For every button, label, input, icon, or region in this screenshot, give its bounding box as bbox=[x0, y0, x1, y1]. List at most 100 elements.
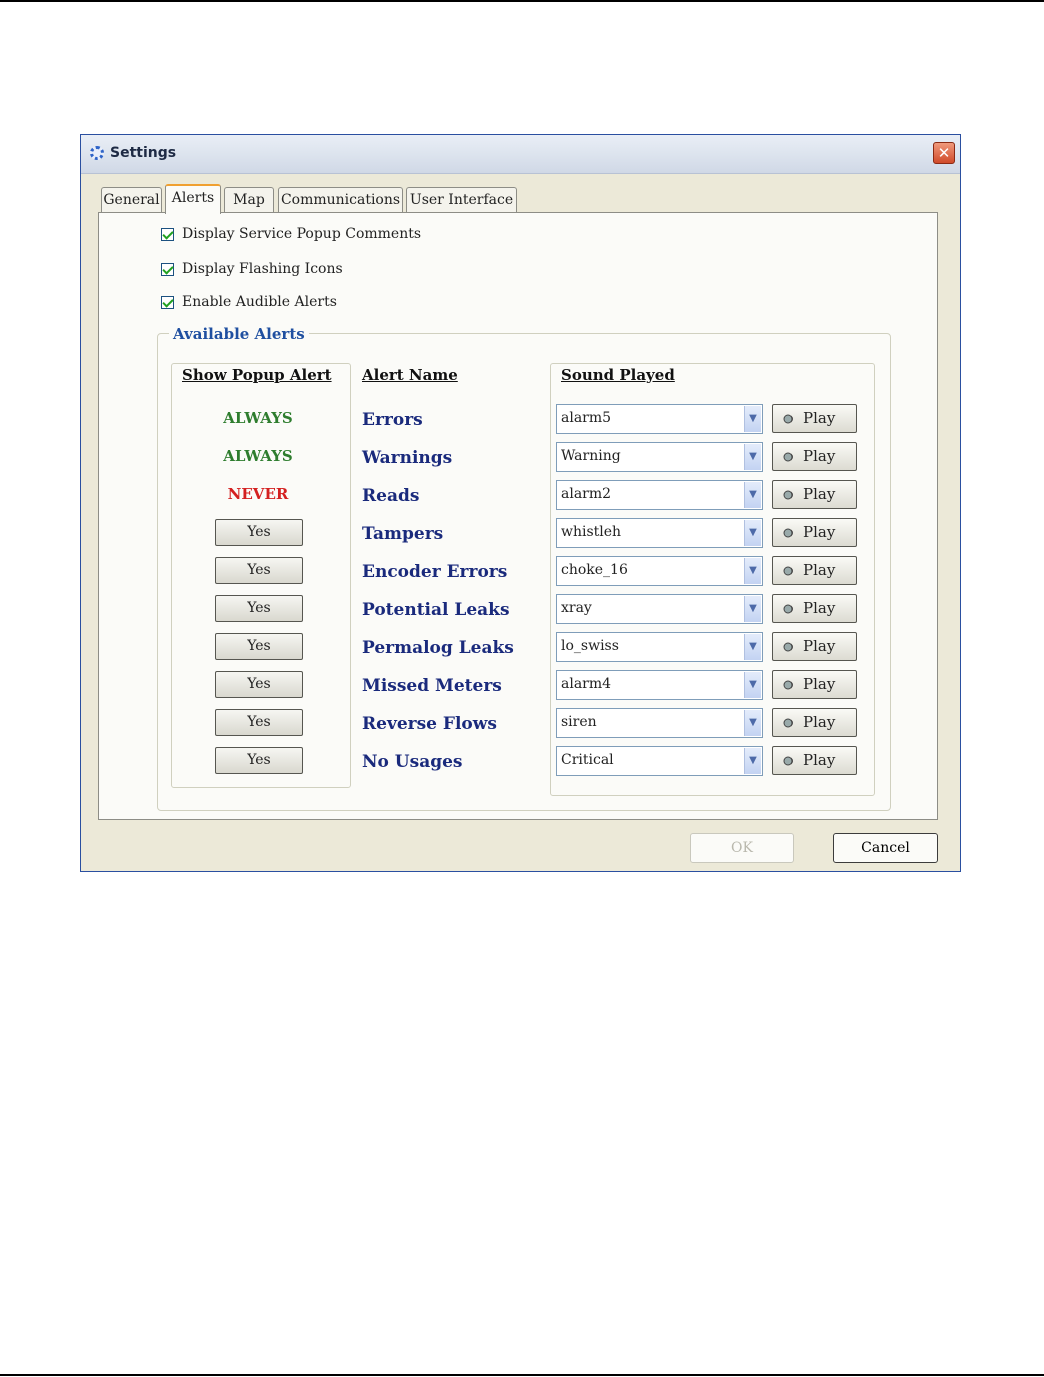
popup-toggle-button[interactable]: Yes bbox=[215, 519, 303, 546]
ok-button[interactable]: OK bbox=[690, 833, 794, 863]
sound-value: xray bbox=[561, 600, 592, 616]
alert-name: Missed Meters bbox=[362, 676, 502, 696]
popup-status-never: NEVER bbox=[227, 485, 289, 503]
sound-value: choke_16 bbox=[561, 562, 628, 578]
play-label: Play bbox=[803, 599, 836, 617]
sound-value: Critical bbox=[561, 752, 614, 768]
speaker-icon bbox=[783, 452, 793, 462]
play-button[interactable]: Play bbox=[772, 518, 857, 547]
page-bottom-rule bbox=[0, 1374, 1044, 1376]
play-button[interactable]: Play bbox=[772, 442, 857, 471]
speaker-icon bbox=[783, 604, 793, 614]
alert-name: Reverse Flows bbox=[362, 714, 497, 734]
option-label: Display Service Popup Comments bbox=[182, 226, 422, 242]
tab-communications[interactable]: Communications bbox=[278, 187, 403, 213]
play-button[interactable]: Play bbox=[772, 632, 857, 661]
sound-select[interactable]: alarm4 ▼ bbox=[556, 670, 763, 700]
chevron-down-icon[interactable]: ▼ bbox=[744, 558, 761, 584]
chevron-down-icon[interactable]: ▼ bbox=[744, 710, 761, 736]
sound-value: lo_swiss bbox=[561, 638, 619, 654]
speaker-icon bbox=[783, 566, 793, 576]
chevron-down-icon[interactable]: ▼ bbox=[744, 634, 761, 660]
chevron-down-icon[interactable]: ▼ bbox=[744, 444, 761, 470]
checkbox[interactable] bbox=[161, 228, 174, 241]
column-header-alert-name: Alert Name bbox=[362, 366, 458, 384]
popup-toggle-button[interactable]: Yes bbox=[215, 671, 303, 698]
page-top-rule bbox=[0, 0, 1044, 2]
checkbox[interactable] bbox=[161, 263, 174, 276]
title-bar[interactable]: Settings ✕ bbox=[81, 135, 960, 174]
alert-name: Errors bbox=[362, 410, 423, 430]
close-button[interactable]: ✕ bbox=[933, 142, 955, 164]
speaker-icon bbox=[783, 680, 793, 690]
sound-value: alarm4 bbox=[561, 676, 612, 692]
play-button[interactable]: Play bbox=[772, 480, 857, 509]
play-label: Play bbox=[803, 485, 836, 503]
tab-general[interactable]: General bbox=[101, 187, 162, 213]
sound-select[interactable]: whistleh ▼ bbox=[556, 518, 763, 548]
sound-select[interactable]: alarm5 ▼ bbox=[556, 404, 763, 434]
alert-name: Potential Leaks bbox=[362, 600, 510, 620]
sound-select[interactable]: lo_swiss ▼ bbox=[556, 632, 763, 662]
sound-value: alarm5 bbox=[561, 410, 612, 426]
tab-alerts[interactable]: Alerts bbox=[165, 184, 221, 214]
window-title: Settings bbox=[110, 145, 177, 161]
tab-map[interactable]: Map bbox=[224, 187, 274, 213]
alert-name: Reads bbox=[362, 486, 420, 506]
chevron-down-icon[interactable]: ▼ bbox=[744, 748, 761, 774]
alert-name: No Usages bbox=[362, 752, 463, 772]
sound-value: whistleh bbox=[561, 524, 622, 540]
settings-gear-icon bbox=[90, 146, 104, 160]
sound-value: alarm2 bbox=[561, 486, 612, 502]
play-button[interactable]: Play bbox=[772, 556, 857, 585]
alert-name: Permalog Leaks bbox=[362, 638, 514, 658]
popup-toggle-button[interactable]: Yes bbox=[215, 595, 303, 622]
play-button[interactable]: Play bbox=[772, 708, 857, 737]
column-header-sound: Sound Played bbox=[561, 366, 675, 384]
option-label: Enable Audible Alerts bbox=[182, 294, 337, 310]
settings-dialog: Settings ✕ General Alerts Map Communicat… bbox=[80, 134, 961, 872]
speaker-icon bbox=[783, 756, 793, 766]
play-button[interactable]: Play bbox=[772, 594, 857, 623]
popup-status-always: ALWAYS bbox=[223, 409, 293, 427]
sound-select[interactable]: xray ▼ bbox=[556, 594, 763, 624]
chevron-down-icon[interactable]: ▼ bbox=[744, 596, 761, 622]
sound-select[interactable]: alarm2 ▼ bbox=[556, 480, 763, 510]
sound-select[interactable]: Warning ▼ bbox=[556, 442, 763, 472]
tab-user-interface[interactable]: User Interface bbox=[406, 187, 517, 213]
chevron-down-icon[interactable]: ▼ bbox=[744, 482, 761, 508]
popup-toggle-button[interactable]: Yes bbox=[215, 747, 303, 774]
chevron-down-icon[interactable]: ▼ bbox=[744, 406, 761, 432]
play-label: Play bbox=[803, 713, 836, 731]
play-button[interactable]: Play bbox=[772, 746, 857, 775]
close-icon: ✕ bbox=[937, 144, 951, 162]
play-label: Play bbox=[803, 561, 836, 579]
sound-select[interactable]: siren ▼ bbox=[556, 708, 763, 738]
play-label: Play bbox=[803, 751, 836, 769]
popup-toggle-button[interactable]: Yes bbox=[215, 709, 303, 736]
play-button[interactable]: Play bbox=[772, 404, 857, 433]
speaker-icon bbox=[783, 642, 793, 652]
play-label: Play bbox=[803, 409, 836, 427]
speaker-icon bbox=[783, 490, 793, 500]
cancel-button[interactable]: Cancel bbox=[833, 833, 938, 863]
sound-select[interactable]: choke_16 ▼ bbox=[556, 556, 763, 586]
speaker-icon bbox=[783, 718, 793, 728]
play-label: Play bbox=[803, 675, 836, 693]
checkbox[interactable] bbox=[161, 296, 174, 309]
chevron-down-icon[interactable]: ▼ bbox=[744, 672, 761, 698]
play-label: Play bbox=[803, 447, 836, 465]
chevron-down-icon[interactable]: ▼ bbox=[744, 520, 761, 546]
group-title: Available Alerts bbox=[169, 325, 309, 343]
play-label: Play bbox=[803, 523, 836, 541]
alert-name: Warnings bbox=[362, 448, 453, 468]
sound-select[interactable]: Critical ▼ bbox=[556, 746, 763, 776]
play-label: Play bbox=[803, 637, 836, 655]
speaker-icon bbox=[783, 414, 793, 424]
alert-name: Tampers bbox=[362, 524, 444, 544]
alert-name: Encoder Errors bbox=[362, 562, 508, 582]
popup-toggle-button[interactable]: Yes bbox=[215, 557, 303, 584]
popup-toggle-button[interactable]: Yes bbox=[215, 633, 303, 660]
option-label: Display Flashing Icons bbox=[182, 261, 343, 277]
play-button[interactable]: Play bbox=[772, 670, 857, 699]
